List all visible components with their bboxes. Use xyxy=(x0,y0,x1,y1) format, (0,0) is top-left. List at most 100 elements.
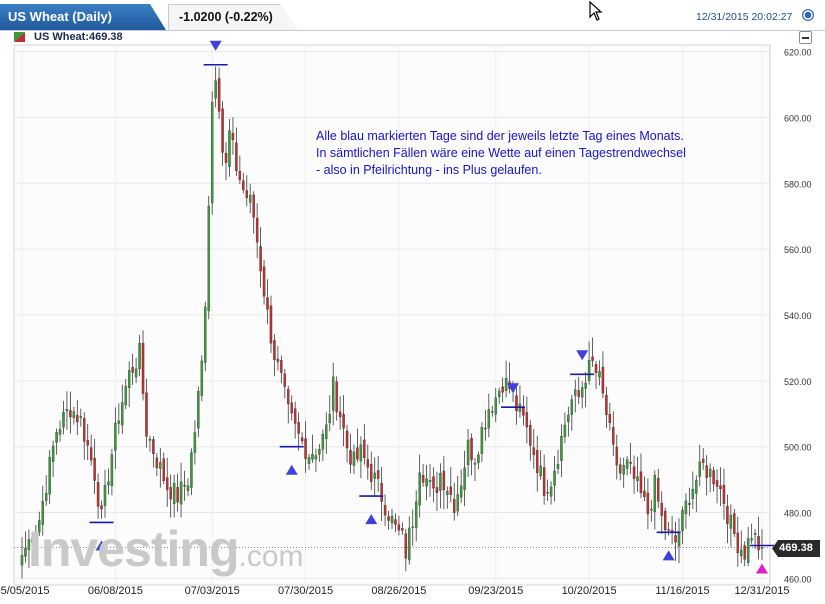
candle-body xyxy=(72,411,76,418)
candle-body xyxy=(435,487,439,493)
candle-body xyxy=(580,387,584,398)
candle-body xyxy=(217,78,221,112)
candle-body xyxy=(726,506,729,524)
y-tick-label: 520.00 xyxy=(784,377,812,387)
candle-body xyxy=(376,470,380,479)
candle-body xyxy=(643,490,646,497)
candle-body xyxy=(69,410,72,418)
candle-body xyxy=(691,489,695,499)
candle-body xyxy=(373,472,376,479)
y-tick-label: 620.00 xyxy=(784,48,812,58)
candle-body xyxy=(418,472,421,506)
candle-body xyxy=(608,414,612,423)
candle-body xyxy=(214,80,217,99)
candle-body xyxy=(574,389,577,396)
candle-body xyxy=(560,436,563,461)
candle-body xyxy=(594,364,598,373)
candle-body xyxy=(705,465,708,478)
candle-body xyxy=(134,368,138,378)
candle-body xyxy=(76,415,79,423)
watermark: Investing.com xyxy=(28,520,304,578)
candle-body xyxy=(757,536,760,551)
grid-layer xyxy=(13,44,771,586)
x-tick-label: 05/05/2015 xyxy=(0,585,50,597)
y-tick-label: 540.00 xyxy=(784,311,812,321)
candle-body xyxy=(96,482,100,507)
candle-body xyxy=(411,526,414,528)
candle-body xyxy=(349,449,352,465)
candle-body xyxy=(238,171,242,180)
candle-body xyxy=(86,440,89,446)
candle-body xyxy=(456,494,459,512)
candle-body xyxy=(653,475,657,513)
candle-body xyxy=(480,427,484,454)
candle-body xyxy=(698,461,701,477)
candle-body xyxy=(584,382,587,389)
candle-body xyxy=(394,519,397,525)
candle-body xyxy=(708,468,712,477)
candle-body xyxy=(62,412,65,428)
candle-body xyxy=(736,532,740,554)
candle-body xyxy=(231,133,235,141)
candle-body xyxy=(442,470,446,491)
annotation-line: - also in Pfeilrichtung - ins Plus gelau… xyxy=(316,163,542,177)
candle-body xyxy=(328,414,331,424)
candle-body xyxy=(259,246,262,272)
annotation-text: Alle blau markierten Tage sind der jewei… xyxy=(316,128,756,179)
candle-body xyxy=(363,439,366,459)
candle-body xyxy=(24,548,27,557)
candle-body xyxy=(701,458,705,463)
candle-body xyxy=(674,535,677,543)
candle-body xyxy=(577,390,580,397)
candle-body xyxy=(207,205,210,312)
candle-body xyxy=(287,388,290,405)
candle-body xyxy=(546,492,549,494)
candle-body xyxy=(432,476,435,489)
candle-body xyxy=(646,492,650,515)
candle-body xyxy=(342,414,345,429)
candle-body xyxy=(491,411,494,413)
candle-body xyxy=(273,340,276,360)
candle-body xyxy=(20,555,24,566)
candle-body xyxy=(235,142,238,172)
candle-body xyxy=(639,471,643,494)
candle-body xyxy=(387,516,390,521)
candle-body xyxy=(145,392,148,437)
candle-body xyxy=(314,455,318,460)
candle-body xyxy=(166,477,169,490)
candle-body xyxy=(484,427,487,430)
candle-body xyxy=(591,356,594,361)
candle-body xyxy=(148,438,152,441)
candle-body xyxy=(352,451,356,466)
x-tick-label: 09/23/2015 xyxy=(468,585,523,597)
candle-body xyxy=(722,484,726,504)
candle-body xyxy=(425,478,428,487)
candle-body xyxy=(103,485,107,506)
candle-body xyxy=(439,473,442,491)
annotation-line: In sämtlichen Fällen wäre eine Wette auf… xyxy=(316,146,686,160)
candle-body xyxy=(338,411,342,418)
candle-body xyxy=(58,429,62,435)
candle-body xyxy=(684,500,688,515)
candle-body xyxy=(172,482,176,505)
x-tick-label: 08/26/2015 xyxy=(371,585,426,597)
candle-body xyxy=(473,463,477,465)
candle-body xyxy=(449,486,453,495)
candle-body xyxy=(114,422,117,451)
candle-body xyxy=(487,409,491,429)
candle-body xyxy=(197,391,200,429)
candle-body xyxy=(366,459,370,468)
candle-body xyxy=(601,366,605,394)
candle-body xyxy=(162,458,165,482)
candle-body xyxy=(204,306,207,363)
candle-body xyxy=(186,485,190,491)
candle-body xyxy=(470,438,473,461)
candle-body xyxy=(141,342,145,394)
x-tick-label: 06/08/2015 xyxy=(88,585,143,597)
candle-body xyxy=(193,432,197,453)
candle-body xyxy=(300,437,304,442)
candle-body xyxy=(221,108,224,153)
candle-body xyxy=(152,439,155,455)
candle-body xyxy=(570,399,574,415)
candle-body xyxy=(311,454,314,460)
